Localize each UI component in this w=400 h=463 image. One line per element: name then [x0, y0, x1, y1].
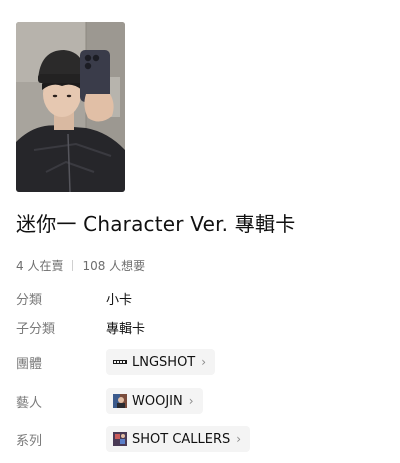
- wanted-count: 108 人想要: [82, 258, 146, 273]
- attribute-row-artist: 藝人 WOOJIN ›: [16, 387, 203, 415]
- group-chip-label: LNGSHOT: [132, 354, 196, 370]
- subcategory-label: 子分類: [16, 321, 56, 337]
- item-stats: 4 人在賣 108 人想要: [16, 256, 145, 274]
- attribute-row-series: 系列 SHOT CALLERS ›: [16, 425, 251, 453]
- artist-avatar-icon: [113, 394, 127, 408]
- subcategory-value: 專輯卡: [106, 321, 146, 337]
- artist-chip[interactable]: WOOJIN ›: [106, 388, 203, 414]
- album-cover-icon: [113, 432, 127, 446]
- chevron-right-icon: ›: [236, 432, 242, 446]
- chevron-right-icon: ›: [201, 355, 207, 369]
- chevron-right-icon: ›: [188, 394, 194, 408]
- series-chip[interactable]: SHOT CALLERS ›: [106, 426, 251, 452]
- photocard-image[interactable]: [16, 22, 125, 192]
- series-label: 系列: [16, 433, 43, 449]
- owned-count: 4 人在賣: [16, 258, 64, 273]
- artist-label: 藝人: [16, 395, 43, 411]
- category-value: 小卡: [106, 292, 133, 308]
- item-title: 迷你一 Character Ver. 專輯卡: [16, 212, 296, 236]
- group-chip[interactable]: LNGSHOT ›: [106, 349, 216, 375]
- lngshot-logo-icon: [113, 355, 127, 369]
- group-label: 團體: [16, 356, 43, 372]
- stats-divider: [72, 259, 74, 271]
- attribute-row-subcategory: 子分類 專輯卡: [16, 313, 145, 341]
- category-label: 分類: [16, 292, 43, 308]
- attribute-row-group: 團體 LNGSHOT ›: [16, 348, 216, 376]
- series-chip-label: SHOT CALLERS: [132, 431, 231, 447]
- attribute-row-category: 分類 小卡: [16, 284, 132, 312]
- artist-chip-label: WOOJIN: [132, 393, 183, 409]
- item-detail-page: 迷你一 Character Ver. 專輯卡 4 人在賣 108 人想要 分類 …: [0, 0, 400, 463]
